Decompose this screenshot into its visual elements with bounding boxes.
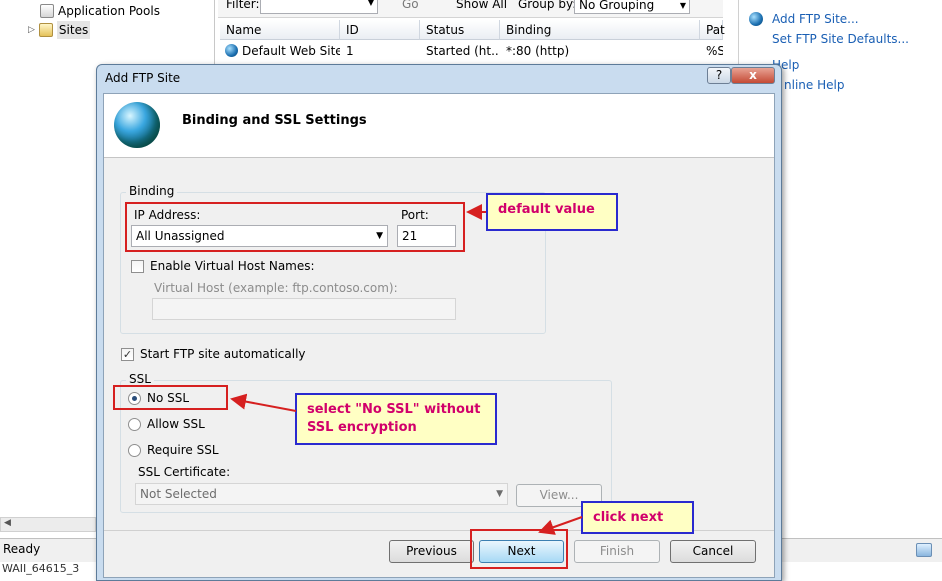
arrow-no-ssl [230, 393, 297, 412]
annotation-arrows [230, 204, 583, 535]
arrow-click-next [538, 516, 583, 535]
